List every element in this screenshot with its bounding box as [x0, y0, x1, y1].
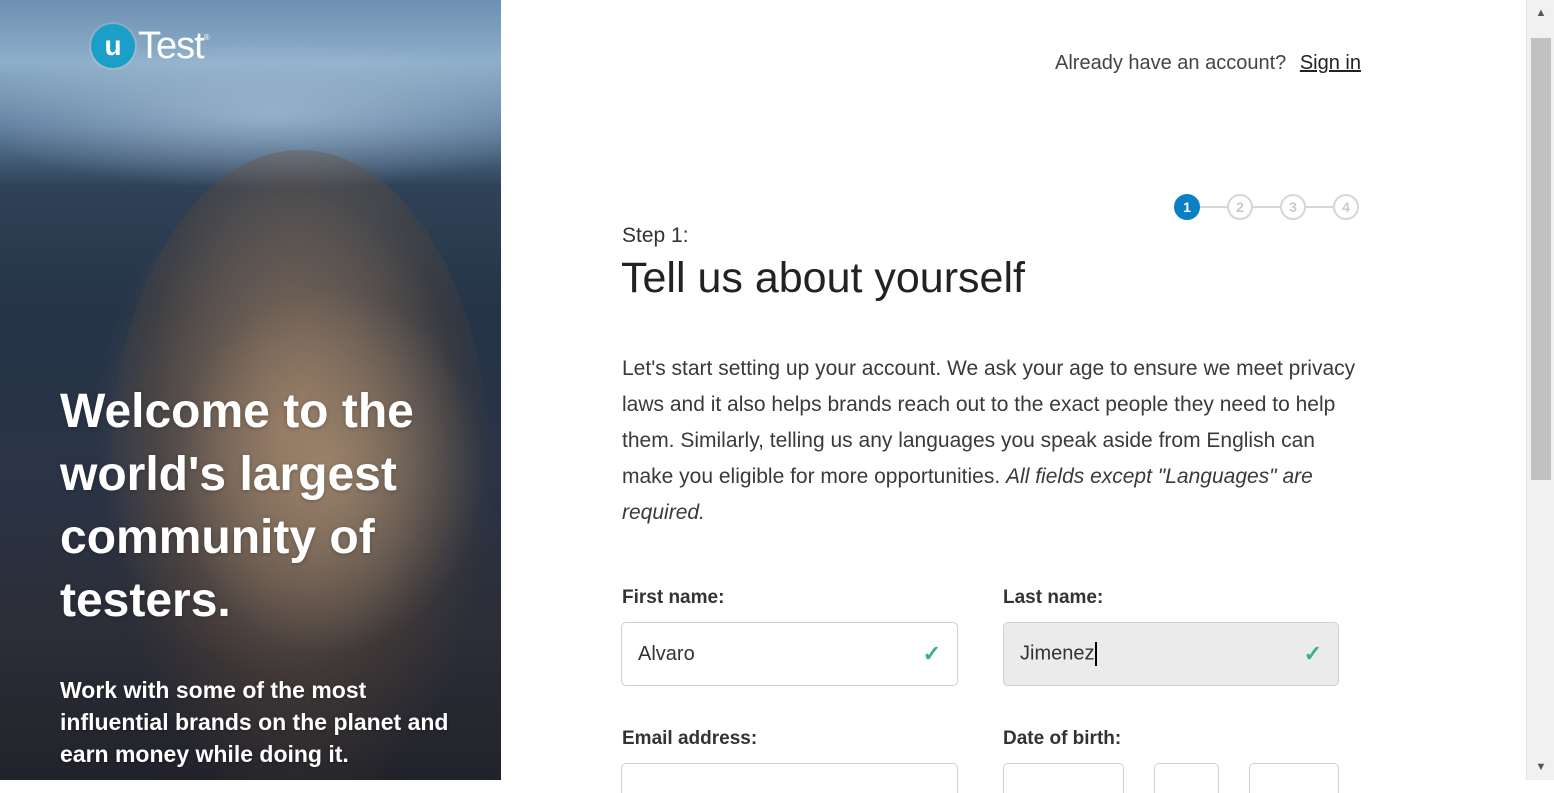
- email-label: Email address:: [622, 728, 758, 749]
- hero-title: Welcome to the world's largest community…: [60, 385, 414, 627]
- logo-word-text: Test: [138, 24, 205, 67]
- last-name-field[interactable]: Jimenez ✓: [1003, 622, 1339, 686]
- logo-badge-icon: u: [91, 24, 135, 68]
- step-connector: [1200, 206, 1227, 208]
- utest-logo[interactable]: u Test®: [91, 24, 210, 68]
- email-field[interactable]: [621, 763, 958, 793]
- first-name-label: First name:: [622, 587, 725, 608]
- dob-month-select[interactable]: [1003, 763, 1124, 793]
- text-caret: [1095, 642, 1098, 666]
- dob-year-select[interactable]: [1249, 763, 1339, 793]
- last-name-input-wrap: Jimenez: [1020, 642, 1304, 666]
- step-label: Step 1:: [622, 224, 689, 247]
- step-indicator-2: 2: [1227, 194, 1253, 220]
- dob-day-select[interactable]: [1154, 763, 1219, 793]
- step-indicator-3: 3: [1280, 194, 1306, 220]
- step-indicator-4: 4: [1333, 194, 1359, 220]
- step-connector: [1253, 206, 1280, 208]
- check-icon: ✓: [1303, 641, 1322, 666]
- signin-prompt: Already have an account?: [1055, 52, 1287, 74]
- first-name-value: Alvaro: [638, 642, 695, 665]
- intro-text: Let's start setting up your account. We …: [622, 351, 1362, 531]
- last-name-value: Jimenez: [1020, 642, 1095, 665]
- page-scrollbar[interactable]: ▲ ▼: [1526, 0, 1554, 780]
- scroll-thumb[interactable]: [1531, 38, 1551, 480]
- signin-link[interactable]: Sign in: [1300, 52, 1361, 74]
- logo-registered: ®: [203, 32, 210, 42]
- dob-label: Date of birth:: [1003, 728, 1122, 749]
- step-indicator-1: 1: [1174, 194, 1200, 220]
- last-name-label: Last name:: [1003, 587, 1104, 608]
- signin-prompt-row: Already have an account? Sign in: [1055, 52, 1361, 75]
- step-connector: [1306, 206, 1333, 208]
- page-title: Tell us about yourself: [621, 254, 1025, 302]
- hero-subtitle: Work with some of the most influential b…: [60, 677, 449, 767]
- scroll-up-arrow-icon[interactable]: ▲: [1527, 0, 1554, 26]
- logo-wordmark: Test®: [138, 24, 210, 68]
- step-progress: 1 2 3 4: [1174, 194, 1359, 220]
- hero-panel: u Test® Welcome to the world's largest c…: [0, 0, 501, 780]
- check-icon: ✓: [922, 641, 941, 666]
- first-name-field[interactable]: Alvaro ✓: [621, 622, 958, 686]
- scroll-down-arrow-icon[interactable]: ▼: [1527, 754, 1554, 780]
